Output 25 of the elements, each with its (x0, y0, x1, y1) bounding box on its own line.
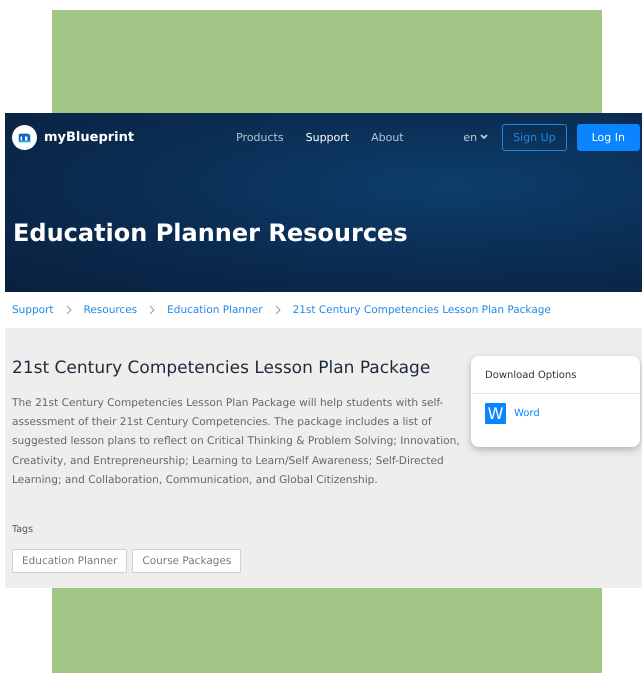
nav-link[interactable]: Support (306, 130, 350, 144)
breadcrumb-link[interactable]: 21st Century Competencies Lesson Plan Package (292, 304, 551, 316)
hero-title: Education Planner Resources (13, 219, 409, 247)
tags-label: Tags (12, 524, 34, 536)
breadcrumb-link[interactable]: Education Planner (167, 304, 263, 316)
resource-description: The 21st Century Competencies Lesson Plan Package will help students with self-assessment of their 21st Century Competencies. The package includes a list of suggested lesson plans to reflect on Critical Thinking & Problem Solving; Innovation, Creativity, and Entrepreneurship; Learning to Learn/Self Awareness; Self-Directed Learning; and Collaboration, Communication, and Global Citizenship. (12, 396, 460, 488)
tag-chip[interactable]: Course Packages (132, 549, 242, 574)
log-in-button[interactable]: Log In (576, 124, 640, 150)
chevron-right-icon (149, 305, 156, 315)
chevron-down-icon (480, 134, 488, 140)
download-link[interactable]: Word (514, 408, 540, 419)
brand-name: myBlueprint (44, 130, 134, 144)
breadcrumb-link[interactable]: Support (12, 304, 54, 316)
logo-icon (12, 124, 37, 150)
card-title: Download Options (471, 356, 640, 394)
language-selector[interactable]: en (463, 130, 478, 144)
breadcrumb-link[interactable]: Resources (84, 304, 138, 316)
chevron-right-icon (274, 305, 281, 315)
resource-title: 21st Century Competencies Lesson Plan Package (12, 358, 432, 378)
word-icon: W (485, 403, 506, 424)
nav-link[interactable]: About (371, 130, 404, 144)
sign-up-button[interactable]: Sign Up (502, 124, 567, 150)
chevron-right-icon (66, 305, 72, 315)
nav-link[interactable]: Products (236, 130, 284, 144)
tag-chip[interactable]: Education Planner (12, 549, 128, 574)
